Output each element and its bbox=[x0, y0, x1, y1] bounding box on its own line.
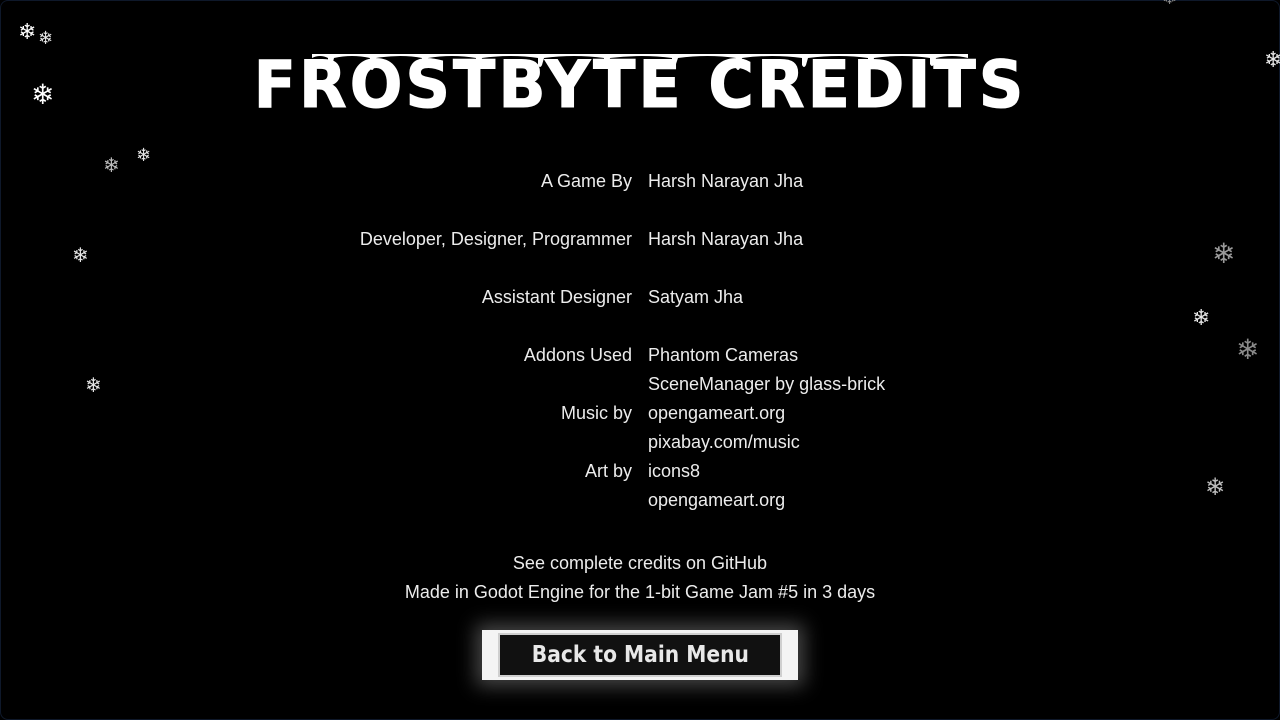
credit-role: Assistant Designer bbox=[481, 287, 632, 307]
credits-screen: Frostbyte Credits A Game By Harsh Naraya… bbox=[0, 0, 1280, 720]
credit-role: Developer, Designer, Programmer bbox=[359, 229, 632, 249]
credit-name: Harsh Narayan Jha bbox=[648, 171, 804, 191]
credit-role: Addons Used bbox=[523, 345, 632, 365]
button-label: Back to Main Menu bbox=[531, 642, 749, 668]
credit-role: Music by bbox=[560, 403, 632, 423]
credit-name: SceneManager by glass-brick bbox=[648, 374, 886, 394]
credit-name: opengameart.org bbox=[648, 403, 786, 423]
github-credits-link[interactable]: See complete credits on GitHub bbox=[0, 552, 1280, 574]
credit-role: A Game By bbox=[540, 171, 632, 191]
made-in-godot-text: Made in Godot Engine for the 1-bit Game … bbox=[404, 582, 876, 602]
credits-list: A Game By Harsh Narayan Jha Developer, D… bbox=[0, 0, 1280, 720]
credit-name: Satyam Jha bbox=[648, 287, 744, 307]
credit-name: Harsh Narayan Jha bbox=[648, 229, 804, 249]
credit-role: Art by bbox=[584, 461, 632, 481]
back-to-main-menu-button[interactable]: Back to Main Menu bbox=[482, 630, 798, 680]
button-face[interactable]: Back to Main Menu bbox=[498, 633, 782, 677]
credit-name: Phantom Cameras bbox=[648, 345, 799, 365]
credit-name: icons8 bbox=[648, 461, 701, 481]
credit-name: pixabay.com/music bbox=[648, 432, 800, 452]
credit-name: opengameart.org bbox=[648, 490, 786, 510]
